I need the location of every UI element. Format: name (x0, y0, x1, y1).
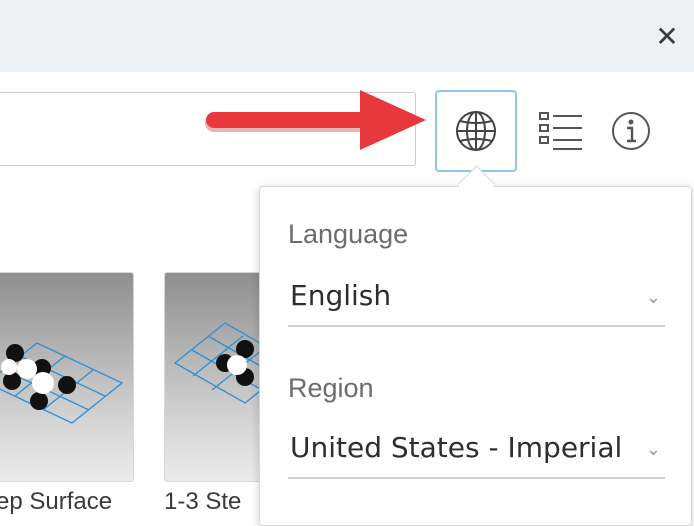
thumbnail-card[interactable] (0, 272, 134, 482)
info-button[interactable] (590, 90, 672, 172)
language-popover: Language English ⌄ Region United States … (259, 186, 692, 526)
title-bar: ✕ (0, 0, 694, 72)
info-icon (612, 112, 650, 150)
region-value: United States - Imperial (290, 431, 623, 464)
region-label: Region (288, 373, 374, 403)
language-dropdown[interactable]: English ⌄ (288, 271, 665, 327)
globe-icon (456, 111, 496, 151)
list-icon (539, 112, 582, 150)
region-dropdown[interactable]: United States - Imperial ⌄ (288, 423, 665, 479)
close-button[interactable]: ✕ (652, 22, 682, 52)
thumbnail-label: 1-3 Ste (164, 488, 242, 515)
language-label: Language (288, 219, 409, 249)
chevron-down-icon: ⌄ (645, 439, 661, 460)
red-arrow-annotation (205, 90, 426, 150)
thumbnail-label: ep Surface (0, 488, 113, 515)
language-button[interactable] (435, 90, 517, 172)
surface-grid-preview (0, 342, 124, 424)
chevron-down-icon: ⌄ (645, 287, 661, 308)
language-value: English (290, 279, 392, 312)
